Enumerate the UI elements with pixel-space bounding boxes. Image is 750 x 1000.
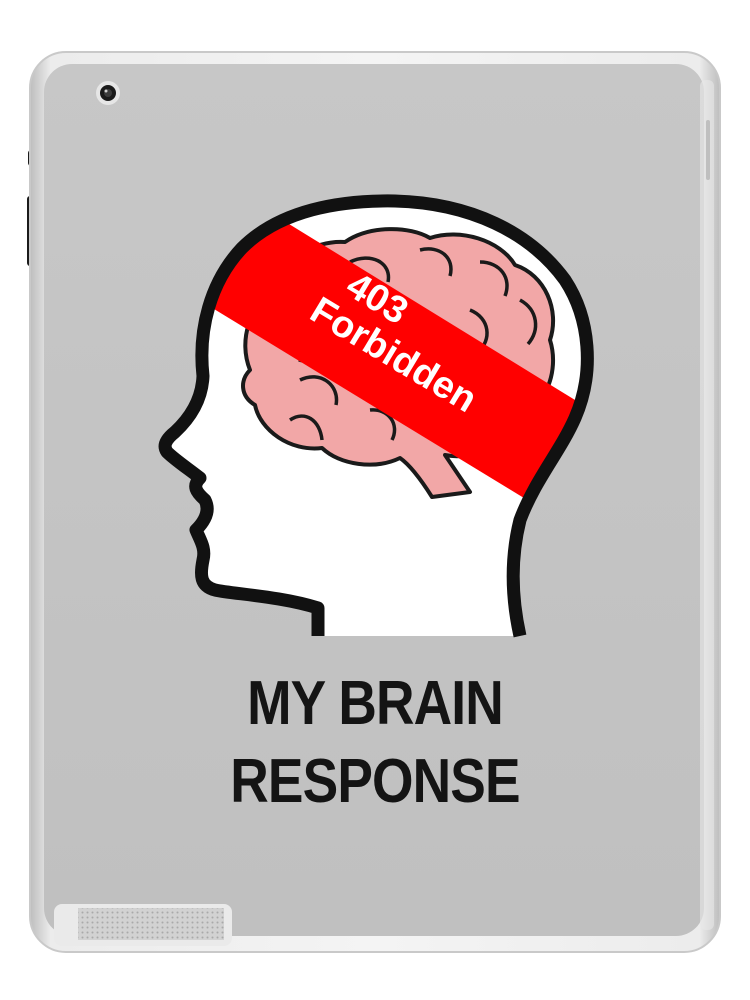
ipad-skin-illustration: 403 Forbidden xyxy=(27,51,721,953)
camera-icon xyxy=(96,81,120,105)
caption-line-2: RESPONSE xyxy=(230,747,520,816)
caption-line-1: MY BRAIN xyxy=(247,669,504,738)
